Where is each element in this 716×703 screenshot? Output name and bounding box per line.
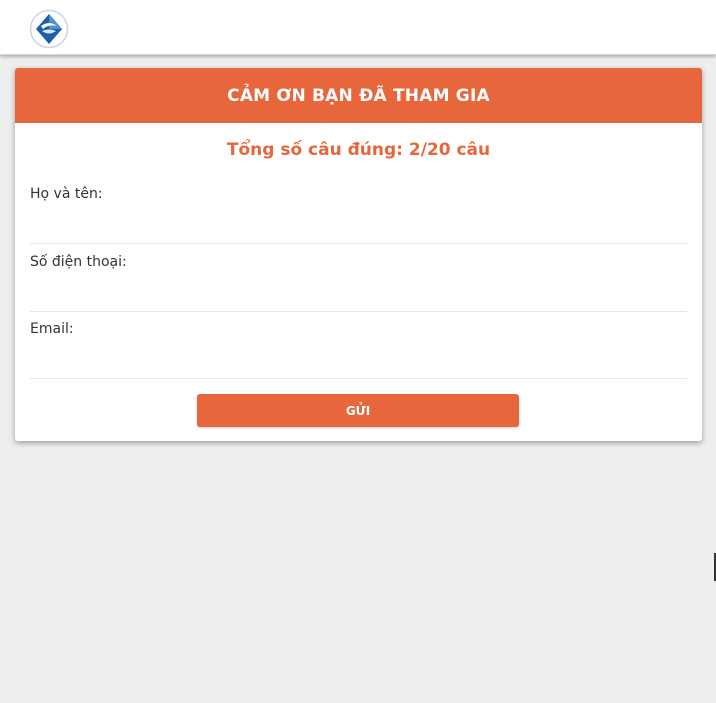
full-name-input[interactable]: [30, 208, 687, 236]
thank-you-title: CẢM ƠN BẠN ĐÃ THAM GIA: [227, 85, 490, 106]
card-header: CẢM ƠN BẠN ĐÃ THAM GIA: [15, 68, 702, 123]
email-input[interactable]: [30, 343, 687, 371]
email-label: Email:: [30, 321, 74, 337]
email-field: Email:: [30, 311, 687, 379]
score-summary: Tổng số câu đúng: 2/20 câu: [226, 140, 491, 160]
phone-input[interactable]: [30, 276, 687, 304]
phone-label: Số điện thoại:: [30, 254, 127, 270]
top-navbar: [0, 0, 716, 55]
submit-button[interactable]: GỬI: [197, 394, 519, 427]
full-name-label: Họ và tên:: [30, 186, 103, 202]
result-card: CẢM ƠN BẠN ĐÃ THAM GIA Tổng số câu đúng:…: [15, 68, 702, 441]
full-name-field: Họ và tên:: [30, 176, 687, 244]
brand-logo-icon[interactable]: [29, 9, 69, 49]
phone-field: Số điện thoại:: [30, 244, 687, 312]
